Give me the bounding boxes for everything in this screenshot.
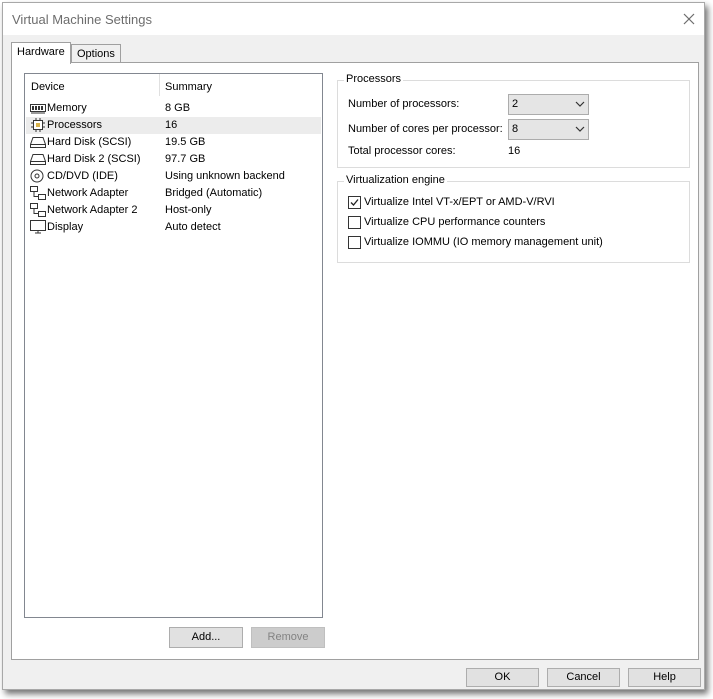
num-processors-value: 2 [512, 98, 519, 110]
device-summary: Bridged (Automatic) [165, 187, 263, 199]
cores-per-processor-value: 8 [512, 123, 519, 135]
hard-disk-icon [30, 154, 46, 165]
cores-per-processor-label: Number of cores per processor: [348, 123, 503, 135]
total-cores-label: Total processor cores: [348, 145, 456, 157]
num-processors-label: Number of processors: [348, 98, 460, 110]
virtualize-cpu-counters-label: Virtualize CPU performance counters [364, 216, 546, 228]
device-name: Network Adapter 2 [47, 204, 138, 216]
title-bar: Virtual Machine Settings [3, 3, 704, 35]
device-summary: Auto detect [165, 221, 221, 233]
tab-strip: Hardware Options [3, 35, 704, 64]
cd-dvd-icon [30, 169, 44, 183]
device-row-hard-disk-scsi[interactable]: Hard Disk (SCSI) 19.5 GB [26, 134, 321, 151]
tab-hardware[interactable]: Hardware [11, 42, 71, 64]
virtualize-cpu-counters-checkbox[interactable] [348, 216, 361, 229]
total-cores-value: 16 [508, 145, 521, 157]
device-name: Hard Disk (SCSI) [47, 136, 132, 148]
device-row-network-adapter[interactable]: Network Adapter Bridged (Automatic) [26, 185, 321, 202]
device-row-network-adapter-2[interactable]: Network Adapter 2 Host-only [26, 202, 321, 219]
device-row-processors[interactable]: Processors 16 [26, 117, 321, 134]
remove-device-button[interactable]: Remove [251, 627, 325, 648]
processors-group-title: Processors [344, 73, 404, 85]
column-divider[interactable] [159, 74, 160, 96]
close-icon [683, 13, 695, 25]
chevron-down-icon [575, 101, 585, 107]
vm-settings-dialog: Virtual Machine Settings Hardware Option… [2, 2, 705, 690]
network-adapter-icon [30, 203, 46, 217]
device-summary: 19.5 GB [165, 136, 206, 148]
checkmark-icon [350, 199, 359, 206]
device-summary: 16 [165, 119, 178, 131]
ok-button[interactable]: OK [466, 668, 539, 687]
virtualization-engine-group: Virtualization engine Virtualize Intel V… [337, 174, 690, 263]
device-row-display[interactable]: Display Auto detect [26, 219, 321, 236]
device-summary: Host-only [165, 204, 212, 216]
device-name: Processors [47, 119, 103, 131]
memory-icon [30, 104, 46, 114]
device-name: Display [47, 221, 84, 233]
window-title: Virtual Machine Settings [12, 12, 152, 27]
device-name: Network Adapter [47, 187, 129, 199]
device-name: Memory [47, 102, 87, 114]
network-adapter-icon [30, 186, 46, 200]
device-summary: 8 GB [165, 102, 191, 114]
column-header-device[interactable]: Device [31, 81, 65, 93]
device-row-hard-disk-2-scsi[interactable]: Hard Disk 2 (SCSI) 97.7 GB [26, 151, 321, 168]
device-name: Hard Disk 2 (SCSI) [47, 153, 141, 165]
virtualize-iommu-label: Virtualize IOMMU (IO memory management u… [364, 236, 603, 248]
device-summary: 97.7 GB [165, 153, 206, 165]
close-button[interactable] [674, 3, 704, 33]
cancel-button[interactable]: Cancel [547, 668, 620, 687]
device-summary: Using unknown backend [165, 170, 285, 182]
help-button[interactable]: Help [628, 668, 701, 687]
virtualization-group-title: Virtualization engine [344, 174, 447, 186]
virtualize-iommu-checkbox[interactable] [348, 236, 361, 249]
device-name: CD/DVD (IDE) [47, 170, 118, 182]
column-header-summary[interactable]: Summary [165, 81, 212, 93]
cores-per-processor-select[interactable]: 8 [508, 119, 589, 140]
virtualize-vtx-label: Virtualize Intel VT-x/EPT or AMD-V/RVI [364, 196, 555, 208]
num-processors-select[interactable]: 2 [508, 94, 589, 115]
device-list[interactable]: Device Summary Memory 8 GB Processors 16… [24, 73, 323, 618]
tab-options[interactable]: Options [71, 44, 121, 63]
device-list-header: Device Summary [25, 74, 322, 96]
device-row-cd-dvd-ide[interactable]: CD/DVD (IDE) Using unknown backend [26, 168, 321, 185]
processors-group: Processors Number of processors: 2 Numbe… [337, 73, 690, 168]
device-row-memory[interactable]: Memory 8 GB [26, 100, 321, 117]
add-device-button[interactable]: Add... [169, 627, 243, 648]
processor-icon [31, 118, 45, 132]
hardware-tab-panel: Device Summary Memory 8 GB Processors 16… [11, 62, 699, 660]
chevron-down-icon [575, 126, 585, 132]
display-icon [30, 220, 46, 234]
virtualize-vtx-checkbox[interactable] [348, 196, 361, 209]
hard-disk-icon [30, 137, 46, 148]
